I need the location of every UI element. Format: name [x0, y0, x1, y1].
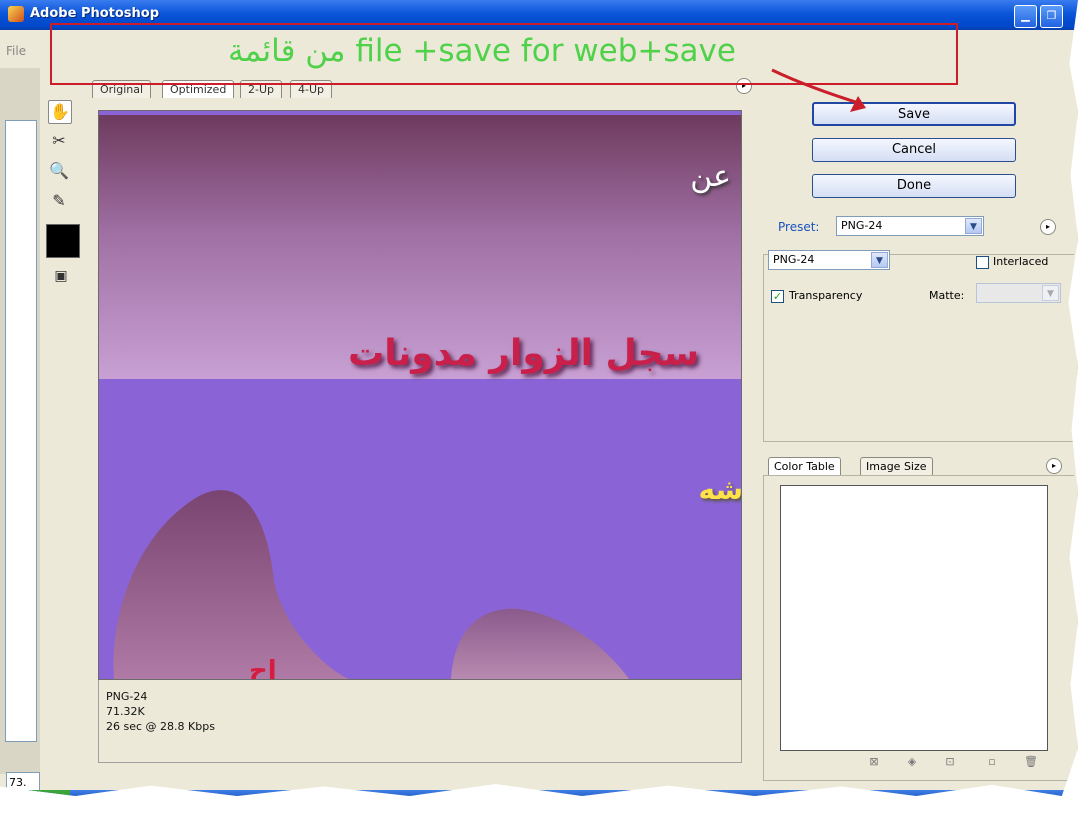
info-format: PNG-24: [106, 690, 148, 703]
preset-label: Preset:: [776, 220, 822, 234]
web-shift-icon[interactable]: ⊠: [868, 756, 880, 768]
chevron-down-icon[interactable]: ▼: [871, 252, 888, 268]
photoshop-side-panel: [5, 120, 37, 742]
settings-menu-icon[interactable]: ▸: [1040, 219, 1056, 235]
preview-top-edge: [99, 111, 741, 115]
taskbar-clock: 1: [1030, 792, 1040, 796]
chevron-down-icon[interactable]: ▼: [1042, 285, 1059, 301]
cancel-button[interactable]: Cancel: [812, 138, 1016, 162]
transparency-checkbox[interactable]: ✓: [771, 290, 784, 303]
maximize-button[interactable]: ❐: [1040, 5, 1063, 28]
screenshot-frame: Adobe Photoshop ▁ ❐ File 73. Original Op…: [0, 0, 1078, 796]
web-snap-icon[interactable]: ◈: [906, 756, 918, 768]
color-table-grid[interactable]: [780, 485, 1048, 751]
taskbar: [0, 790, 1078, 796]
transparency-label: Transparency: [789, 289, 863, 302]
new-color-icon[interactable]: ▫: [986, 756, 998, 768]
preset-value: PNG-24: [841, 219, 883, 232]
preview-text-bottom: إح: [249, 656, 277, 680]
tab-image-size[interactable]: Image Size: [860, 457, 933, 476]
slice-select-tool-icon[interactable]: ✂: [48, 130, 70, 152]
preview-text-title: سجل الزوار مدونات: [348, 333, 699, 374]
preview-text-middle: شه: [698, 473, 742, 506]
preview-artwork: [99, 111, 741, 679]
photoshop-app-icon: [8, 6, 24, 22]
done-button[interactable]: Done: [812, 174, 1016, 198]
start-button[interactable]: [0, 790, 70, 796]
eyedropper-tool-icon[interactable]: ✎: [48, 190, 70, 212]
annotation-arrow-icon: [771, 68, 866, 112]
matte-select[interactable]: ▼: [976, 283, 1061, 303]
interlaced-label: Interlaced: [993, 255, 1049, 268]
annotation-text: من قائمة file +save for web+save: [228, 33, 736, 69]
image-preview: عن سجل الزوار مدونات شه إح: [98, 110, 742, 680]
info-download-time: 26 sec @ 28.8 Kbps: [106, 720, 215, 733]
matte-label: Matte:: [929, 289, 965, 302]
file-format-value: PNG-24: [773, 253, 815, 266]
lock-icon[interactable]: ⊡: [944, 756, 956, 768]
trash-icon[interactable]: 🗑: [1024, 756, 1038, 768]
tab-color-table[interactable]: Color Table: [768, 457, 841, 476]
window-title: Adobe Photoshop: [30, 6, 160, 21]
chevron-down-icon[interactable]: ▼: [965, 218, 982, 234]
interlaced-checkbox[interactable]: [976, 256, 989, 269]
minimize-button[interactable]: ▁: [1014, 5, 1037, 28]
preview-toggle-icon[interactable]: ▣: [50, 268, 72, 288]
preset-select[interactable]: PNG-24 ▼: [836, 216, 984, 236]
info-file-size: 71.32K: [106, 705, 145, 718]
color-table-menu-icon[interactable]: ▸: [1046, 458, 1062, 474]
zoom-level-field[interactable]: 73.: [6, 772, 40, 792]
zoom-tool-icon[interactable]: 🔍: [48, 160, 70, 182]
hand-tool-icon[interactable]: ✋: [48, 100, 72, 124]
menu-file[interactable]: File: [6, 44, 26, 58]
color-swatch[interactable]: [46, 224, 80, 258]
preview-text-top: عن: [690, 159, 731, 194]
file-format-select[interactable]: PNG-24 ▼: [768, 250, 890, 270]
